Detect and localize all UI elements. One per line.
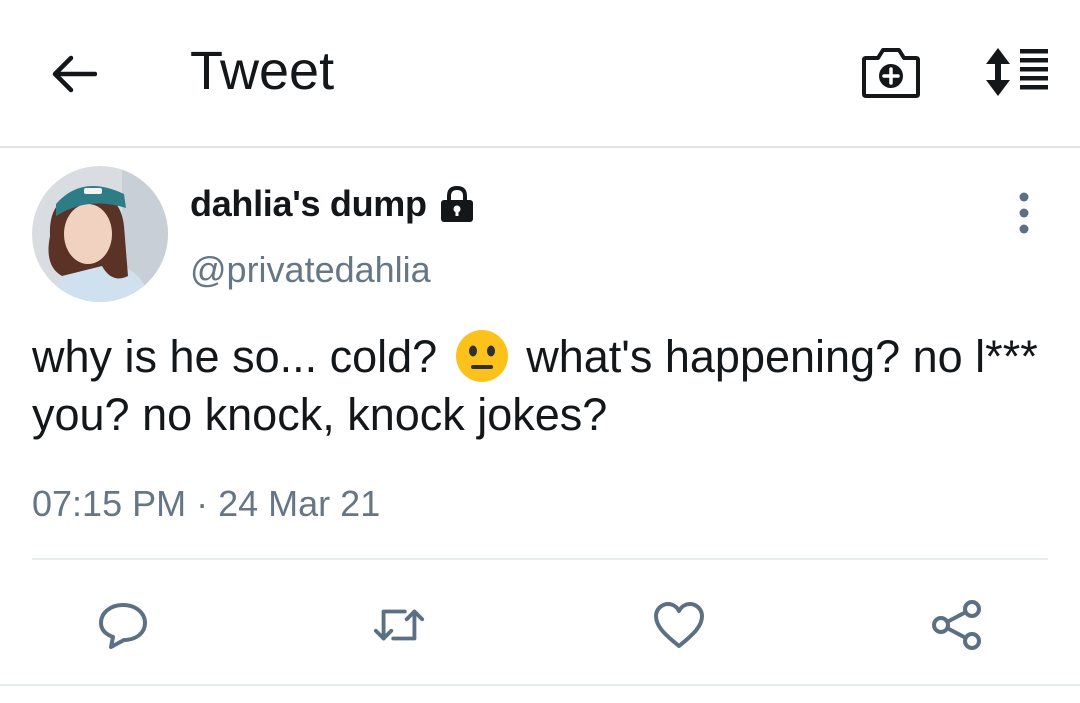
like-heart-icon (654, 602, 704, 648)
avatar[interactable] (32, 166, 168, 302)
like-button[interactable] (652, 598, 706, 652)
back-button[interactable] (44, 44, 104, 104)
tweet-text: why is he so... cold? what's happening? … (32, 328, 1052, 444)
author-name-row: dahlia's dump (190, 180, 477, 228)
page-title: Tweet (190, 41, 335, 101)
sort-icon (986, 48, 1048, 96)
back-arrow-icon (52, 55, 97, 93)
camera-add-icon (862, 48, 920, 98)
camera-button[interactable] (860, 42, 922, 102)
share-button[interactable] (930, 598, 984, 652)
author-display-name[interactable]: dahlia's dump (190, 180, 427, 228)
share-icon (932, 600, 981, 650)
author-handle[interactable]: @privatedahlia (190, 246, 431, 294)
tweet-text-part1: why is he so... cold? (32, 331, 438, 382)
reply-button[interactable] (96, 598, 150, 652)
more-options-button[interactable] (1004, 190, 1044, 236)
neutral-face-emoji-icon (455, 330, 508, 382)
retweet-button[interactable] (372, 598, 426, 652)
profile-photo (32, 166, 168, 302)
lock-icon (440, 185, 473, 222)
sort-button[interactable] (982, 44, 1052, 100)
meta-separator: · (196, 483, 209, 524)
reply-icon (99, 603, 147, 649)
top-bar: Tweet (0, 0, 1080, 148)
tweet-time: 07:15 PM (32, 483, 187, 524)
retweet-icon (373, 609, 425, 641)
tweet-date: 24 Mar 21 (218, 483, 381, 524)
bottom-divider (0, 684, 1080, 686)
divider (32, 558, 1048, 560)
tweet-timestamp: 07:15 PM · 24 Mar 21 (32, 478, 380, 530)
more-vertical-icon (1019, 192, 1029, 234)
